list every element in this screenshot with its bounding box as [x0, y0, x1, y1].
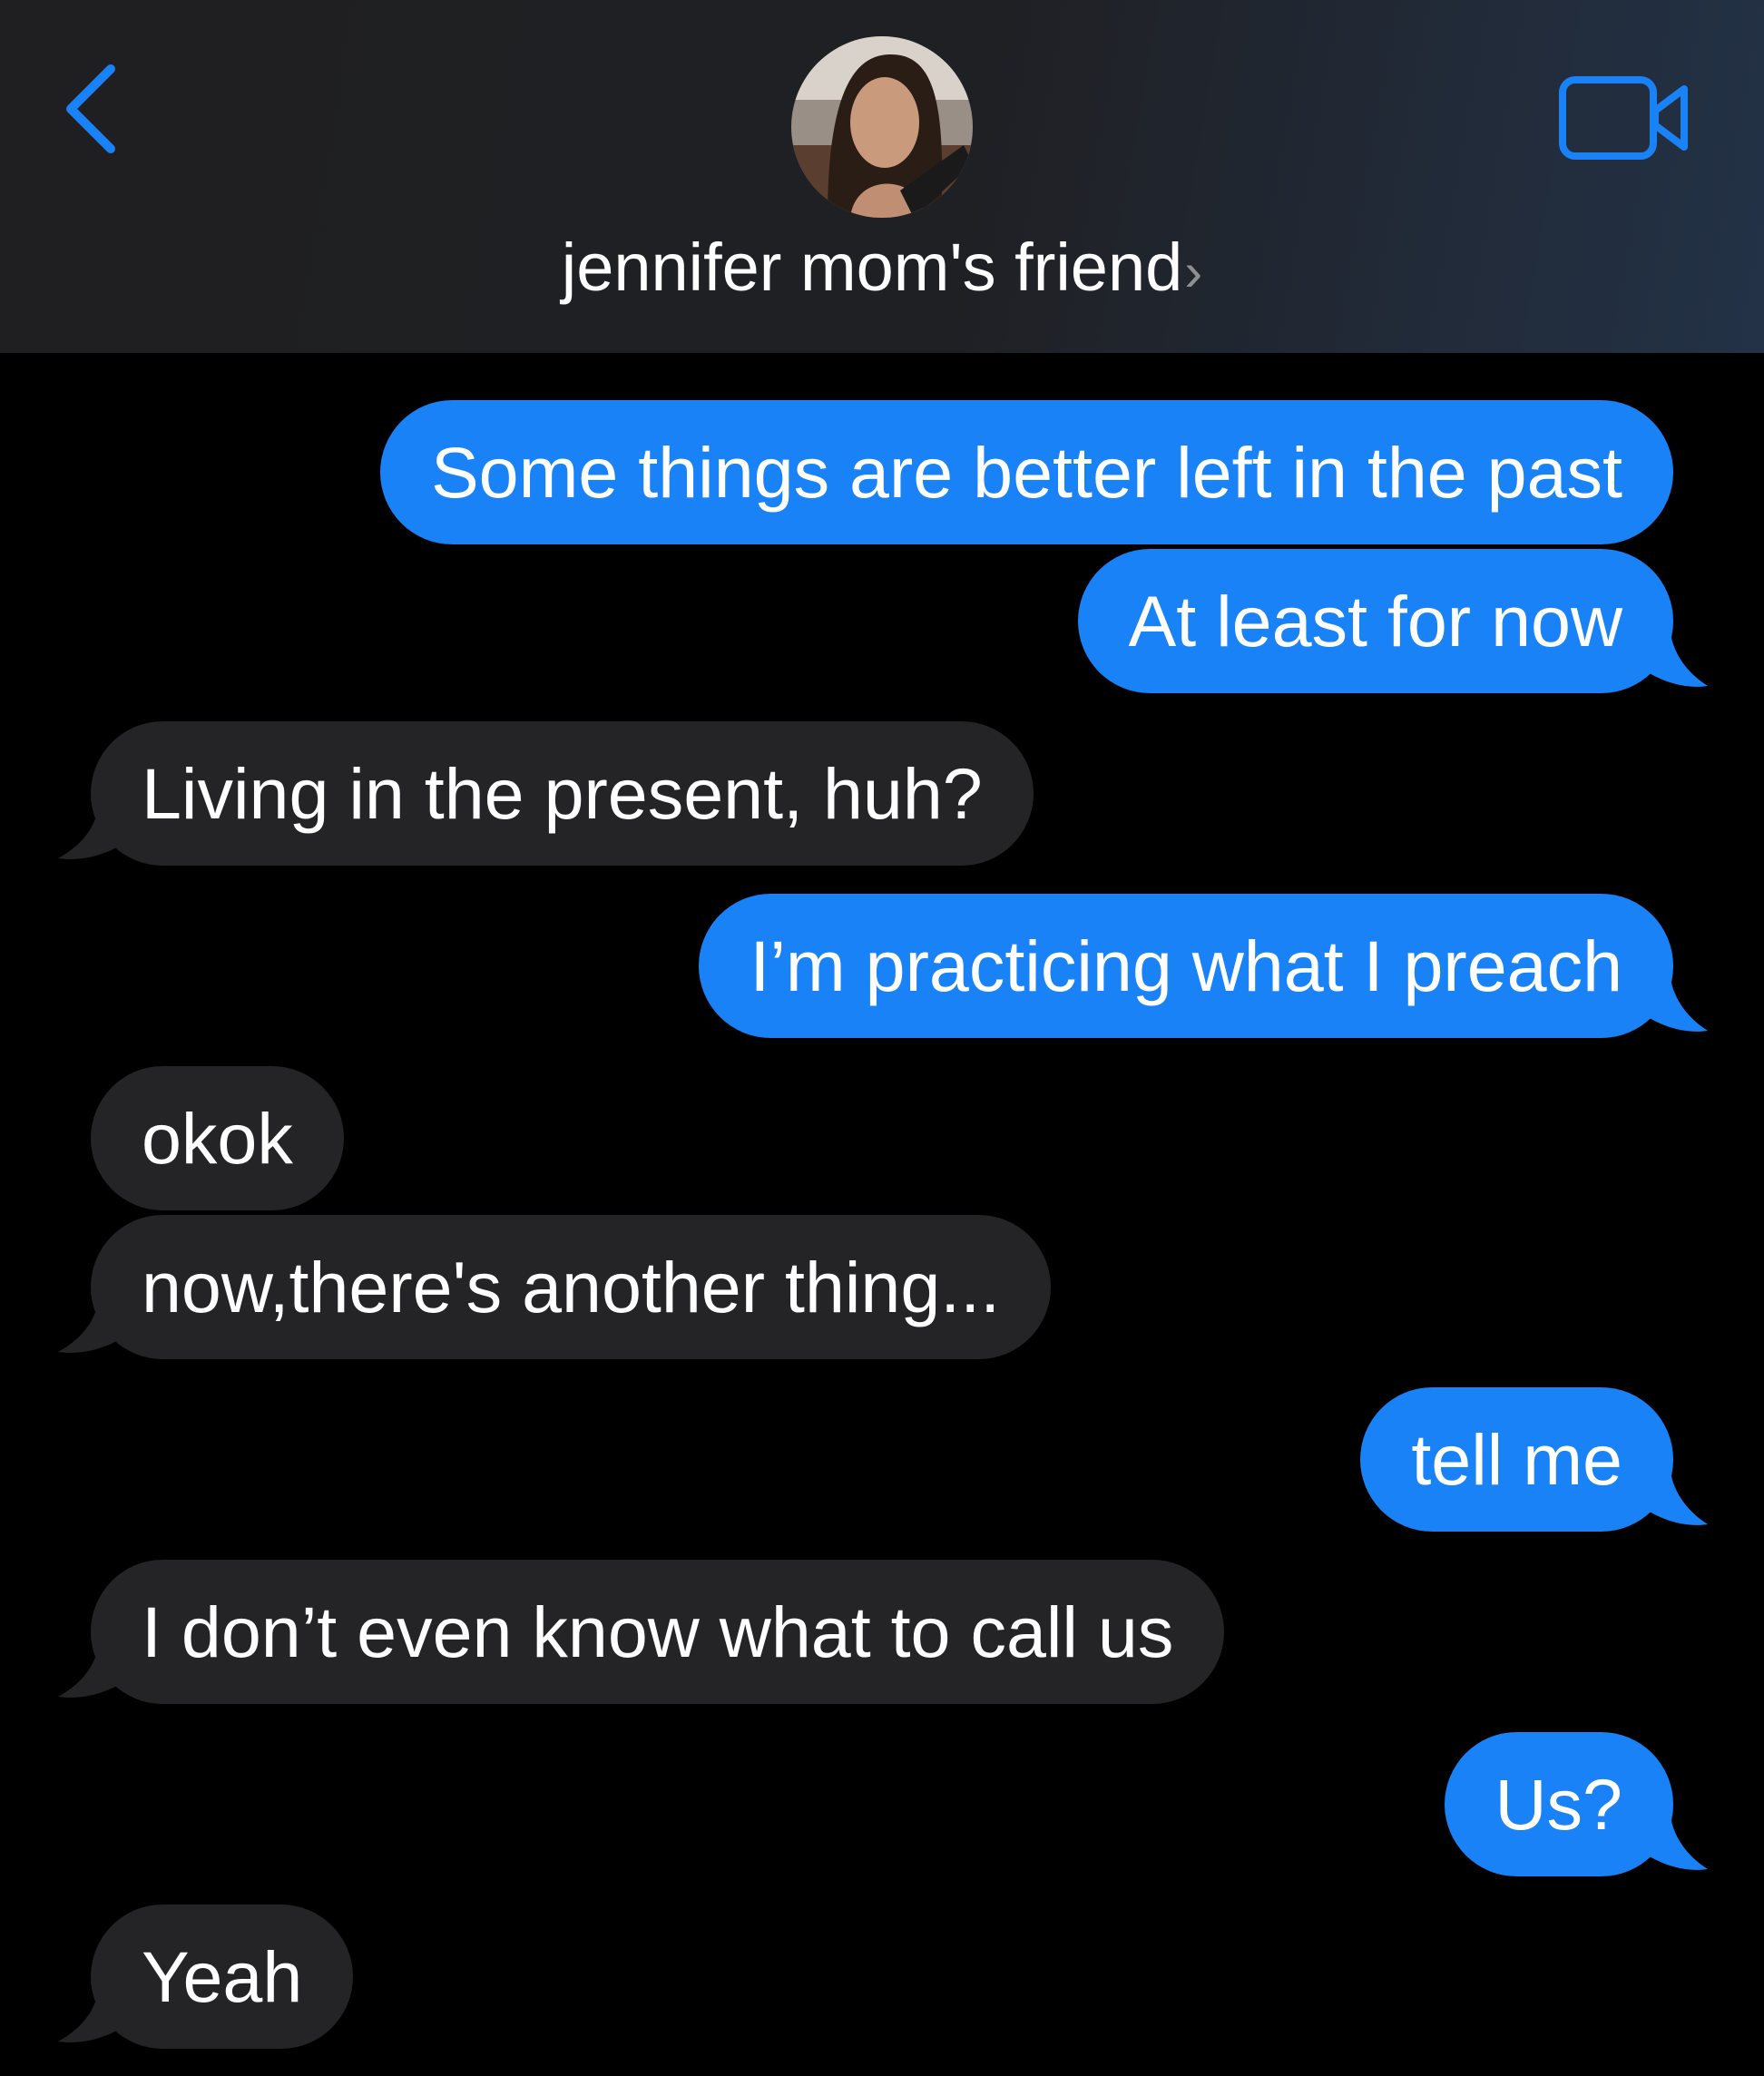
message-bubble-received[interactable]: I don’t even know what to call us: [91, 1560, 1225, 1704]
chevron-left-icon: [66, 64, 115, 153]
message-text: Us?: [1494, 1763, 1623, 1845]
video-call-button[interactable]: [1557, 73, 1693, 163]
video-camera-icon: [1559, 76, 1688, 160]
message-bubble-sent[interactable]: I’m practicing what I preach: [699, 894, 1673, 1038]
bubble-tail: [58, 1292, 136, 1353]
message-text: At least for now: [1128, 580, 1622, 661]
message-text: I’m practicing what I preach: [750, 925, 1622, 1006]
message-bubble-received[interactable]: Living in the present, huh?: [91, 721, 1034, 866]
message-text: now,there's another thing...: [142, 1246, 1001, 1327]
message-text: Yeah: [142, 1935, 303, 2017]
message-text: okok: [142, 1097, 293, 1179]
bubble-tail: [1633, 1809, 1708, 1870]
message-text: Some things are better left in the past: [430, 431, 1622, 513]
contact-name[interactable]: jennifer mom's friend›: [0, 227, 1764, 313]
conversation-header: jennifer mom's friend›: [0, 0, 1764, 353]
bubble-tail: [58, 798, 136, 859]
message-text: tell me: [1411, 1418, 1622, 1500]
bubble-tail: [1633, 1464, 1708, 1525]
bubble-tail: [1633, 971, 1708, 1032]
message-text: I don’t even know what to call us: [142, 1591, 1174, 1672]
bubble-tail: [1633, 626, 1708, 687]
chevron-right-icon: ›: [1184, 241, 1203, 302]
contact-name-label: jennifer mom's friend: [561, 230, 1183, 305]
message-bubble-received[interactable]: okok: [91, 1066, 344, 1210]
message-text: Living in the present, huh?: [142, 752, 983, 834]
bubble-tail: [58, 1637, 136, 1698]
contact-avatar[interactable]: [791, 36, 973, 218]
message-bubble-sent[interactable]: tell me: [1360, 1387, 1673, 1532]
back-button[interactable]: [54, 54, 127, 163]
message-bubble-received[interactable]: now,there's another thing...: [91, 1215, 1052, 1359]
message-bubble-sent[interactable]: Some things are better left in the past: [379, 400, 1673, 544]
bubble-tail: [58, 1982, 136, 2042]
message-bubble-sent[interactable]: At least for now: [1077, 549, 1673, 693]
